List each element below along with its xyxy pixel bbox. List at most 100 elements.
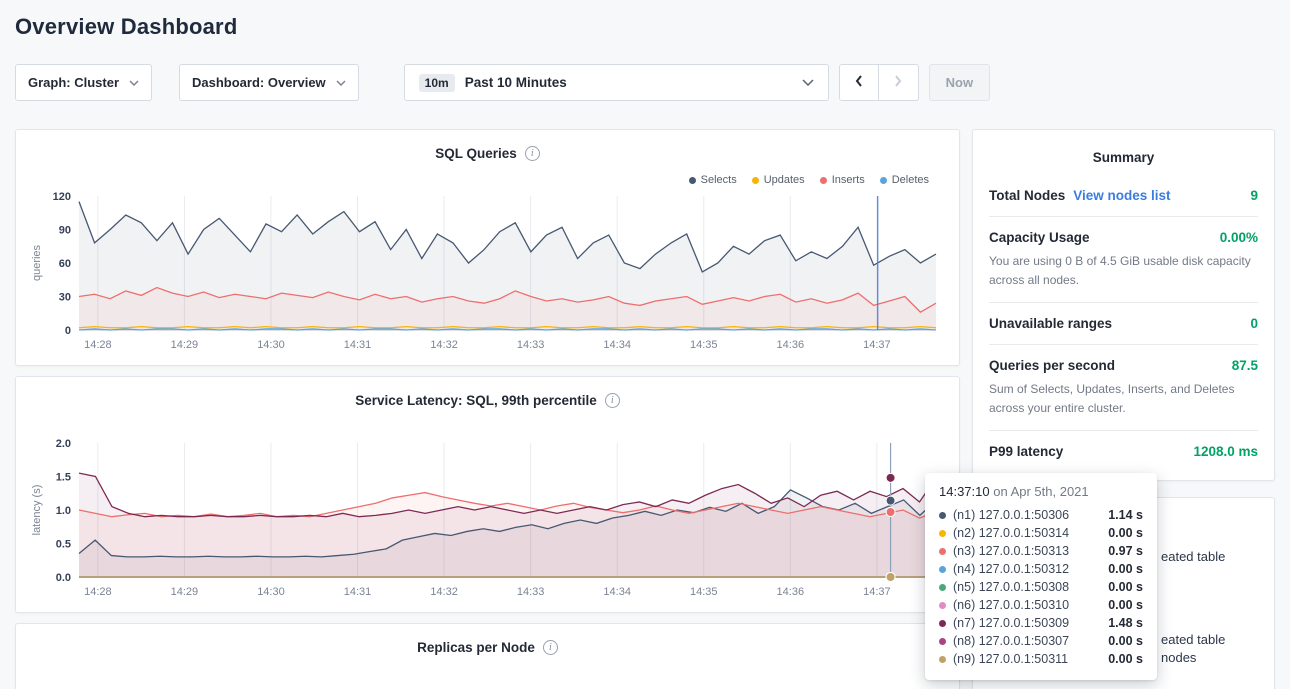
chart-title-row: Service Latency: SQL, 99th percentile i (28, 389, 947, 411)
svg-text:0.5: 0.5 (56, 539, 71, 551)
sql-queries-chart[interactable]: 14:2814:2914:3014:3114:3214:3314:3414:35… (28, 190, 949, 358)
time-pager (839, 64, 919, 101)
svg-text:14:31: 14:31 (344, 339, 372, 351)
total-nodes-label: Total Nodes (989, 188, 1065, 203)
now-button[interactable]: Now (929, 64, 990, 101)
series-dot-icon (939, 512, 946, 519)
svg-text:14:37: 14:37 (863, 339, 891, 351)
svg-text:14:32: 14:32 (430, 339, 458, 351)
svg-text:30: 30 (59, 292, 71, 304)
svg-text:14:37: 14:37 (863, 586, 891, 598)
chevron-down-icon (802, 79, 814, 86)
chart-title: SQL Queries (435, 146, 517, 161)
svg-text:14:35: 14:35 (690, 586, 718, 598)
chart-title-row: SQL Queries i (28, 142, 947, 164)
series-dot-icon (939, 566, 946, 573)
tooltip-row: (n6) 127.0.0.1:503100.00 s (939, 596, 1143, 614)
chart-title-row: Replicas per Node i (28, 636, 947, 658)
tooltip-node-label: (n7) 127.0.0.1:50309 (953, 616, 1069, 630)
series-dot-icon (939, 530, 946, 537)
tooltip-node-value: 0.00 s (1108, 580, 1143, 594)
event-item-fragment[interactable]: eated table (1161, 632, 1225, 647)
legend-dot-icon (820, 177, 827, 184)
tooltip-node-value: 0.00 s (1108, 526, 1143, 540)
tooltip-node-value: 0.00 s (1108, 634, 1143, 648)
replicas-per-node-panel: Replicas per Node i (15, 623, 960, 689)
svg-text:14:34: 14:34 (603, 586, 631, 598)
svg-text:latency (s): latency (s) (31, 485, 43, 536)
summary-row-p99-latency: P99 latency 1208.0 ms (989, 430, 1258, 472)
svg-text:1.0: 1.0 (56, 505, 71, 517)
service-latency-chart[interactable]: 14:2814:2914:3014:3114:3214:3314:3414:35… (28, 437, 949, 605)
svg-text:14:36: 14:36 (777, 339, 805, 351)
series-dot-icon (939, 584, 946, 591)
summary-panel: Summary Total Nodes View nodes list 9 Ca… (972, 129, 1275, 481)
charts-column: SQL Queries i Selects Updates Inserts Delet… (15, 129, 960, 689)
chevron-down-icon (129, 80, 139, 86)
summary-row-unavailable-ranges: Unavailable ranges 0 (989, 302, 1258, 344)
svg-text:14:31: 14:31 (344, 586, 372, 598)
svg-text:14:29: 14:29 (171, 586, 199, 598)
series-dot-icon (939, 548, 946, 555)
tooltip-row: (n4) 127.0.0.1:503120.00 s (939, 560, 1143, 578)
series-dot-icon (939, 620, 946, 627)
dashboard-dropdown[interactable]: Dashboard: Overview (179, 64, 359, 101)
time-range-label: Past 10 Minutes (465, 75, 567, 90)
legend-dot-icon (689, 177, 696, 184)
controls-bar: Graph: Cluster Dashboard: Overview 10m P… (15, 64, 1275, 101)
time-range-badge: 10m (419, 74, 455, 92)
event-item-fragment[interactable]: nodes (1161, 650, 1196, 665)
tooltip-row: (n9) 127.0.0.1:50311 0.00 s (939, 650, 1143, 668)
capacity-usage-value: 0.00% (1220, 230, 1258, 245)
qps-label: Queries per second (989, 358, 1115, 373)
tooltip-node-value: 0.97 s (1108, 544, 1143, 558)
chart-hover-tooltip: 14:37:10 on Apr 5th, 2021 (n1) 127.0.0.1… (925, 473, 1157, 680)
time-next-button[interactable] (879, 64, 919, 101)
unavailable-ranges-value: 0 (1250, 316, 1258, 331)
chart-title: Replicas per Node (417, 640, 535, 655)
event-item-fragment[interactable]: eated table (1161, 549, 1225, 564)
p99-latency-label: P99 latency (989, 444, 1063, 459)
legend-item[interactable]: Selects (689, 174, 737, 186)
chevron-right-icon (893, 74, 903, 91)
svg-text:60: 60 (59, 258, 71, 270)
tooltip-node-label: (n3) 127.0.0.1:50313 (953, 544, 1069, 558)
legend-item[interactable]: Updates (752, 174, 805, 186)
tooltip-row: (n2) 127.0.0.1:503140.00 s (939, 524, 1143, 542)
series-dot-icon (939, 656, 946, 663)
tooltip-node-value: 0.00 s (1108, 562, 1143, 576)
tooltip-node-label: (n5) 127.0.0.1:50308 (953, 580, 1069, 594)
legend-item[interactable]: Inserts (820, 174, 865, 186)
summary-row-capacity-usage: Capacity Usage 0.00% You are using 0 B o… (989, 216, 1258, 302)
svg-text:14:30: 14:30 (257, 586, 285, 598)
view-nodes-list-link[interactable]: View nodes list (1073, 188, 1170, 203)
svg-text:120: 120 (53, 191, 71, 203)
qps-value: 87.5 (1232, 358, 1258, 373)
graph-dropdown-label: Graph: Cluster (28, 75, 119, 90)
svg-text:14:29: 14:29 (171, 339, 199, 351)
info-icon[interactable]: i (605, 393, 620, 408)
overview-dashboard-page: Overview Dashboard Graph: Cluster Dashbo… (0, 0, 1290, 689)
svg-text:14:35: 14:35 (690, 339, 718, 351)
svg-text:14:36: 14:36 (777, 586, 805, 598)
info-icon[interactable]: i (543, 640, 558, 655)
chevron-down-icon (336, 80, 346, 86)
time-range-picker[interactable]: 10m Past 10 Minutes (404, 64, 829, 101)
tooltip-time: 14:37:10 (939, 484, 990, 499)
tooltip-node-label: (n9) 127.0.0.1:50311 (953, 652, 1068, 666)
tooltip-row: (n5) 127.0.0.1:50308 0.00 s (939, 578, 1143, 596)
svg-text:1.5: 1.5 (56, 472, 71, 484)
svg-text:0.0: 0.0 (56, 572, 71, 584)
tooltip-row: (n7) 127.0.0.1:503091.48 s (939, 614, 1143, 632)
sql-queries-legend: Selects Updates Inserts Deletes (689, 174, 929, 186)
legend-item[interactable]: Deletes (880, 174, 929, 186)
svg-text:14:34: 14:34 (603, 339, 631, 351)
dashboard-dropdown-label: Dashboard: Overview (192, 75, 326, 90)
info-icon[interactable]: i (525, 146, 540, 161)
time-prev-button[interactable] (839, 64, 879, 101)
graph-dropdown[interactable]: Graph: Cluster (15, 64, 152, 101)
tooltip-rows: (n1) 127.0.0.1:503061.14 s(n2) 127.0.0.1… (939, 506, 1143, 668)
sql-queries-panel: SQL Queries i Selects Updates Inserts Delet… (15, 129, 960, 366)
svg-text:0: 0 (65, 325, 71, 337)
tooltip-node-value: 0.00 s (1108, 652, 1143, 666)
